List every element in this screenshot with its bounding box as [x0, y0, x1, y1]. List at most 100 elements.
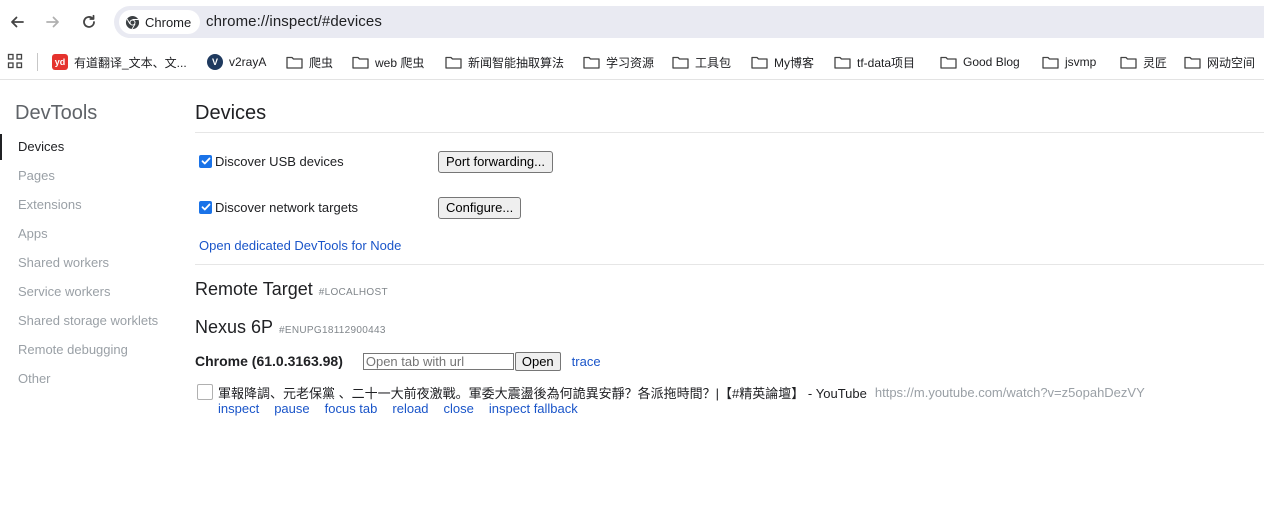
trace-link[interactable]: trace [572, 354, 601, 369]
bookmark-label: 学习资源 [606, 55, 655, 70]
folder-icon [940, 56, 957, 69]
url-text[interactable]: chrome://inspect/#devices [206, 13, 382, 30]
target-actions: inspect pause focus tab reload close ins… [218, 401, 578, 416]
bookmark-label: 新闻智能抽取算法 [468, 55, 565, 70]
bookmark-folder[interactable]: tf-data项目 [834, 52, 915, 72]
sidebar-item-other[interactable]: Other [0, 366, 180, 392]
devices-panel: Devices Discover USB devices Port forwar… [195, 81, 1264, 522]
checkmark-icon [201, 157, 210, 165]
bookmark-label: 网动空间 [1207, 55, 1256, 70]
address-bar[interactable]: Chrome chrome://inspect/#devices [114, 6, 1264, 38]
browser-version: Chrome (61.0.3163.98) [195, 353, 343, 369]
checkmark-icon [201, 203, 210, 211]
folder-icon [834, 56, 851, 69]
folder-icon [445, 56, 462, 69]
back-button[interactable] [5, 10, 29, 34]
bookmark-label: tf-data项目 [857, 55, 916, 70]
bookmark-folder[interactable]: Good Blog [940, 52, 1020, 72]
port-forwarding-button[interactable]: Port forwarding... [438, 151, 553, 173]
bookmark-folder[interactable]: 工具包 [672, 52, 731, 72]
devtools-sidebar: DevTools Devices Pages Extensions Apps S… [0, 81, 190, 522]
arrow-left-icon [11, 16, 24, 28]
discover-usb-label[interactable]: Discover USB devices [215, 154, 344, 169]
bookmarks-bar: yd 有道翻译_文本、文... V v2rayA 爬虫 web 爬虫 新闻智能抽… [0, 44, 1264, 80]
open-tab-url-input[interactable] [362, 352, 514, 370]
browser-toolbar: Chrome chrome://inspect/#devices [0, 0, 1264, 44]
device-header: Nexus 6P #ENUPG18112900443 [195, 317, 386, 338]
bookmark-label: My博客 [774, 55, 814, 70]
target-item: 軍報降調、元老保黨 、二十一大前夜激戰。軍委大震盪後為何詭異安靜？各派拖時間？|… [197, 383, 1145, 401]
sidebar-item-remote-debugging[interactable]: Remote debugging [0, 337, 180, 363]
chip-label: Chrome [145, 14, 192, 30]
remote-target-title: Remote Target [195, 279, 313, 299]
folder-icon [751, 56, 768, 69]
bookmark-folder[interactable]: 新闻智能抽取算法 [445, 52, 564, 72]
forward-button[interactable] [41, 10, 65, 34]
bookmark-label: jsvmp [1065, 55, 1097, 69]
apps-grid-icon [7, 53, 23, 69]
sidebar-item-service-workers[interactable]: Service workers [0, 279, 180, 305]
section-divider [195, 264, 1264, 265]
discover-network-row: Discover network targets [199, 195, 358, 219]
sidebar-item-shared-storage-worklets[interactable]: Shared storage worklets [0, 308, 180, 334]
bookmark-folder[interactable]: 灵匠 [1120, 52, 1167, 72]
folder-icon [352, 56, 369, 69]
page-title: Devices [195, 102, 267, 124]
bookmark-item[interactable]: yd 有道翻译_文本、文... [52, 52, 187, 72]
reload-button[interactable] [77, 10, 101, 34]
inspect-link[interactable]: inspect [218, 401, 259, 416]
bookmark-label: v2rayA [229, 55, 267, 69]
focus-tab-link[interactable]: focus tab [325, 401, 378, 416]
bookmark-folder[interactable]: My博客 [751, 52, 814, 72]
remote-target-header: Remote Target #LOCALHOST [195, 279, 388, 300]
arrow-right-icon [46, 16, 59, 28]
sidebar-item-pages[interactable]: Pages [0, 163, 180, 189]
folder-icon [672, 56, 689, 69]
device-name: Nexus 6P [195, 317, 274, 337]
bookmark-label: web 爬虫 [375, 55, 425, 70]
folder-icon [1184, 56, 1201, 69]
bookmark-folder[interactable]: web 爬虫 [352, 52, 424, 72]
bookmark-label: 有道翻译_文本、文... [74, 55, 187, 70]
bookmark-folder[interactable]: jsvmp [1042, 52, 1096, 72]
folder-icon [1120, 56, 1137, 69]
remote-target-tag: #LOCALHOST [318, 287, 388, 298]
sidebar-item-apps[interactable]: Apps [0, 221, 180, 247]
sidebar-item-shared-workers[interactable]: Shared workers [0, 250, 180, 276]
pause-link[interactable]: pause [274, 401, 309, 416]
v2raya-icon: V [207, 54, 223, 70]
open-tab-button[interactable]: Open [514, 351, 561, 371]
target-checkbox[interactable] [197, 384, 213, 400]
close-link[interactable]: close [444, 401, 474, 416]
reload-icon [83, 14, 95, 28]
browser-entry: Chrome (61.0.3163.98) Open trace [195, 351, 601, 371]
bookmark-label: 灵匠 [1143, 55, 1168, 70]
bookmark-item[interactable]: V v2rayA [207, 52, 266, 72]
site-info-chip[interactable]: Chrome [119, 10, 201, 34]
device-serial: #ENUPG18112900443 [279, 325, 386, 336]
discover-network-checkbox[interactable] [199, 200, 212, 214]
bookmark-folder[interactable]: 爬虫 [286, 52, 333, 72]
bookmark-folder[interactable]: 网动空间 [1184, 52, 1255, 72]
sidebar-item-extensions[interactable]: Extensions [0, 192, 180, 218]
sidebar-item-devices[interactable]: Devices [0, 134, 180, 160]
bookmark-label: 爬虫 [309, 55, 334, 70]
reload-link[interactable]: reload [392, 401, 428, 416]
inspect-fallback-link[interactable]: inspect fallback [489, 401, 578, 416]
discover-usb-row: Discover USB devices [199, 149, 344, 173]
bookmarks-separator [37, 53, 38, 71]
bookmark-label: Good Blog [963, 55, 1020, 69]
node-devtools-link[interactable]: Open dedicated DevTools for Node [199, 238, 401, 253]
apps-button[interactable] [7, 53, 23, 74]
bookmark-folder[interactable]: 学习资源 [583, 52, 654, 72]
discover-usb-checkbox[interactable] [199, 154, 212, 168]
folder-icon [583, 56, 600, 69]
folder-icon [1042, 56, 1059, 69]
folder-icon [286, 56, 303, 69]
sidebar-title: DevTools [15, 102, 98, 124]
discover-network-label[interactable]: Discover network targets [215, 200, 358, 215]
target-url: https://m.youtube.com/watch?v=z5opahDezV… [874, 384, 1145, 400]
configure-button[interactable]: Configure... [438, 197, 522, 219]
title-divider [195, 132, 1264, 133]
target-title: 軍報降調、元老保黨 、二十一大前夜激戰。軍委大震盪後為何詭異安靜？各派拖時間？|… [218, 385, 867, 401]
